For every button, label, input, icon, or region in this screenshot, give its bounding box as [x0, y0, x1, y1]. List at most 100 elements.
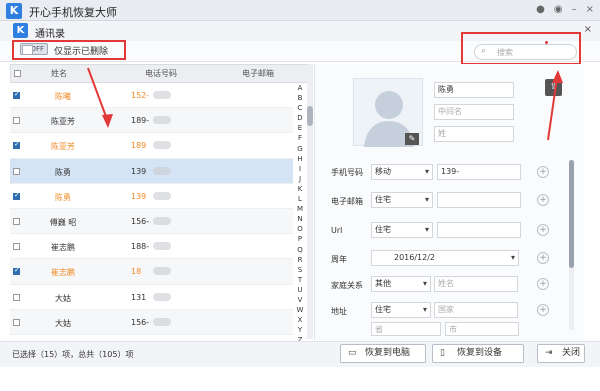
contact-row-checkbox[interactable]: [13, 243, 20, 251]
url-label: Url: [331, 226, 343, 235]
alphabet-letter[interactable]: U: [293, 285, 307, 295]
phone-type-select[interactable]: 移动: [371, 164, 433, 180]
contact-phone: 18: [131, 267, 142, 277]
contact-row-checkbox[interactable]: [13, 217, 20, 225]
export-contact-icon[interactable]: ⇪: [545, 79, 562, 96]
select-all-checkbox[interactable]: [14, 70, 21, 77]
alphabet-letter[interactable]: B: [293, 93, 307, 103]
alphabet-letter[interactable]: F: [293, 133, 307, 143]
email-field[interactable]: [437, 192, 521, 208]
contact-row[interactable]: 陈亚芳 189: [10, 133, 293, 159]
alphabet-letter[interactable]: X: [293, 315, 307, 325]
alphabet-index: ABCDEFGHIJKLMNOPQRSTUVWXYZ#: [293, 83, 307, 356]
contact-row[interactable]: 陈勇 139: [10, 183, 293, 209]
edit-photo-icon[interactable]: ✎: [405, 133, 419, 145]
detail-scroll-thumb[interactable]: [569, 160, 574, 268]
contact-row[interactable]: 崔志鹏 18: [10, 259, 293, 285]
last-name-field[interactable]: 姓: [434, 126, 514, 142]
alphabet-letter[interactable]: P: [293, 234, 307, 244]
alphabet-letter[interactable]: V: [293, 295, 307, 305]
restore-to-device-button[interactable]: ▯ 恢复到设备: [432, 344, 524, 363]
close-button[interactable]: ⇥ 关闭: [537, 344, 585, 363]
wechat-icon[interactable]: ●: [536, 4, 545, 15]
country-field[interactable]: 国家: [434, 302, 518, 318]
first-name-field[interactable]: 陈勇: [434, 82, 514, 98]
phone-field[interactable]: 139-: [437, 164, 521, 180]
contact-name: 陈勇: [55, 192, 71, 202]
contact-row-checkbox[interactable]: [13, 266, 20, 276]
contact-row[interactable]: 陈曦 152-: [10, 83, 293, 109]
redacted-number: [153, 317, 171, 326]
column-name: 姓名: [51, 69, 67, 78]
scroll-thumb[interactable]: [307, 106, 313, 126]
redacted-number: [153, 91, 171, 99]
window-logo: K: [13, 23, 28, 38]
alphabet-letter[interactable]: S: [293, 265, 307, 275]
contact-row-checkbox[interactable]: [13, 140, 20, 150]
contact-row-checkbox[interactable]: [13, 90, 20, 99]
redacted-number: [153, 292, 171, 301]
contact-name: 陈亚芳: [51, 142, 75, 152]
exit-icon: ⇥: [545, 348, 553, 358]
alphabet-letter[interactable]: R: [293, 255, 307, 265]
add-email-icon[interactable]: +: [537, 194, 549, 206]
window-close-icon[interactable]: ×: [584, 24, 592, 35]
app-title: 开心手机恢复大师: [29, 6, 117, 19]
contact-list-scrollbar[interactable]: [307, 64, 313, 339]
contact-row-checkbox[interactable]: [13, 191, 20, 200]
contact-row[interactable]: 大姑 131: [10, 284, 293, 310]
contact-name: 崔志鹏: [51, 243, 75, 253]
alphabet-letter[interactable]: H: [293, 154, 307, 164]
contact-row[interactable]: 大姑 156-: [10, 309, 293, 335]
contact-row[interactable]: 陈勇 139: [10, 158, 293, 184]
alphabet-letter[interactable]: E: [293, 123, 307, 133]
contact-phone: 188-: [131, 242, 150, 252]
alphabet-letter[interactable]: N: [293, 214, 307, 224]
alphabet-letter[interactable]: J: [293, 174, 307, 184]
add-family-icon[interactable]: +: [537, 278, 549, 290]
restore-to-pc-label: 恢复到电脑: [365, 348, 411, 358]
email-type-select[interactable]: 住宅: [371, 192, 433, 208]
alphabet-letter[interactable]: M: [293, 204, 307, 214]
alphabet-letter[interactable]: K: [293, 184, 307, 194]
alphabet-letter[interactable]: C: [293, 103, 307, 113]
middle-name-field[interactable]: 中间名: [434, 104, 514, 120]
chat-icon[interactable]: ◉: [554, 4, 563, 15]
alphabet-letter[interactable]: L: [293, 194, 307, 204]
family-name-field[interactable]: 姓名: [434, 276, 518, 292]
alphabet-letter[interactable]: O: [293, 224, 307, 234]
url-type-select[interactable]: 住宅: [371, 222, 433, 238]
minimize-icon[interactable]: –: [572, 4, 577, 15]
contact-name: 陈亚芳: [51, 117, 75, 127]
add-url-icon[interactable]: +: [537, 224, 549, 236]
alphabet-letter[interactable]: Q: [293, 245, 307, 255]
alphabet-letter[interactable]: A: [293, 83, 307, 93]
alphabet-letter[interactable]: D: [293, 113, 307, 123]
family-type-select[interactable]: 其他: [371, 276, 431, 292]
contact-row-checkbox[interactable]: [13, 117, 20, 125]
url-field[interactable]: [437, 222, 521, 238]
anniversary-date-picker[interactable]: 2016/12/2: [371, 250, 519, 266]
close-label: 关闭: [562, 348, 581, 358]
city-field[interactable]: 市: [445, 322, 519, 336]
alphabet-letter[interactable]: G: [293, 144, 307, 154]
address-type-select[interactable]: 住宅: [371, 302, 431, 318]
alphabet-letter[interactable]: Y: [293, 325, 307, 335]
contact-row-checkbox[interactable]: [13, 293, 20, 301]
add-phone-icon[interactable]: +: [537, 166, 549, 178]
contact-row-checkbox[interactable]: [13, 318, 20, 326]
province-field[interactable]: 省: [371, 322, 441, 336]
close-icon[interactable]: ×: [586, 4, 594, 15]
alphabet-letter[interactable]: T: [293, 275, 307, 285]
alphabet-letter[interactable]: W: [293, 305, 307, 315]
detail-scrollbar[interactable]: [569, 160, 574, 330]
alphabet-letter[interactable]: I: [293, 164, 307, 174]
contact-row[interactable]: 崔志鹏 188-: [10, 234, 293, 260]
add-address-icon[interactable]: +: [537, 304, 549, 316]
contact-row-checkbox[interactable]: [13, 167, 20, 175]
contact-row[interactable]: 陈亚芳 189-: [10, 108, 293, 134]
contact-list-header: 姓名 电话号码 电子邮箱: [10, 64, 310, 83]
contact-row[interactable]: 傅巍 昭 156-: [10, 208, 293, 235]
restore-to-pc-button[interactable]: ▭ 恢复到电脑: [340, 344, 426, 363]
add-date-icon[interactable]: +: [537, 252, 549, 264]
